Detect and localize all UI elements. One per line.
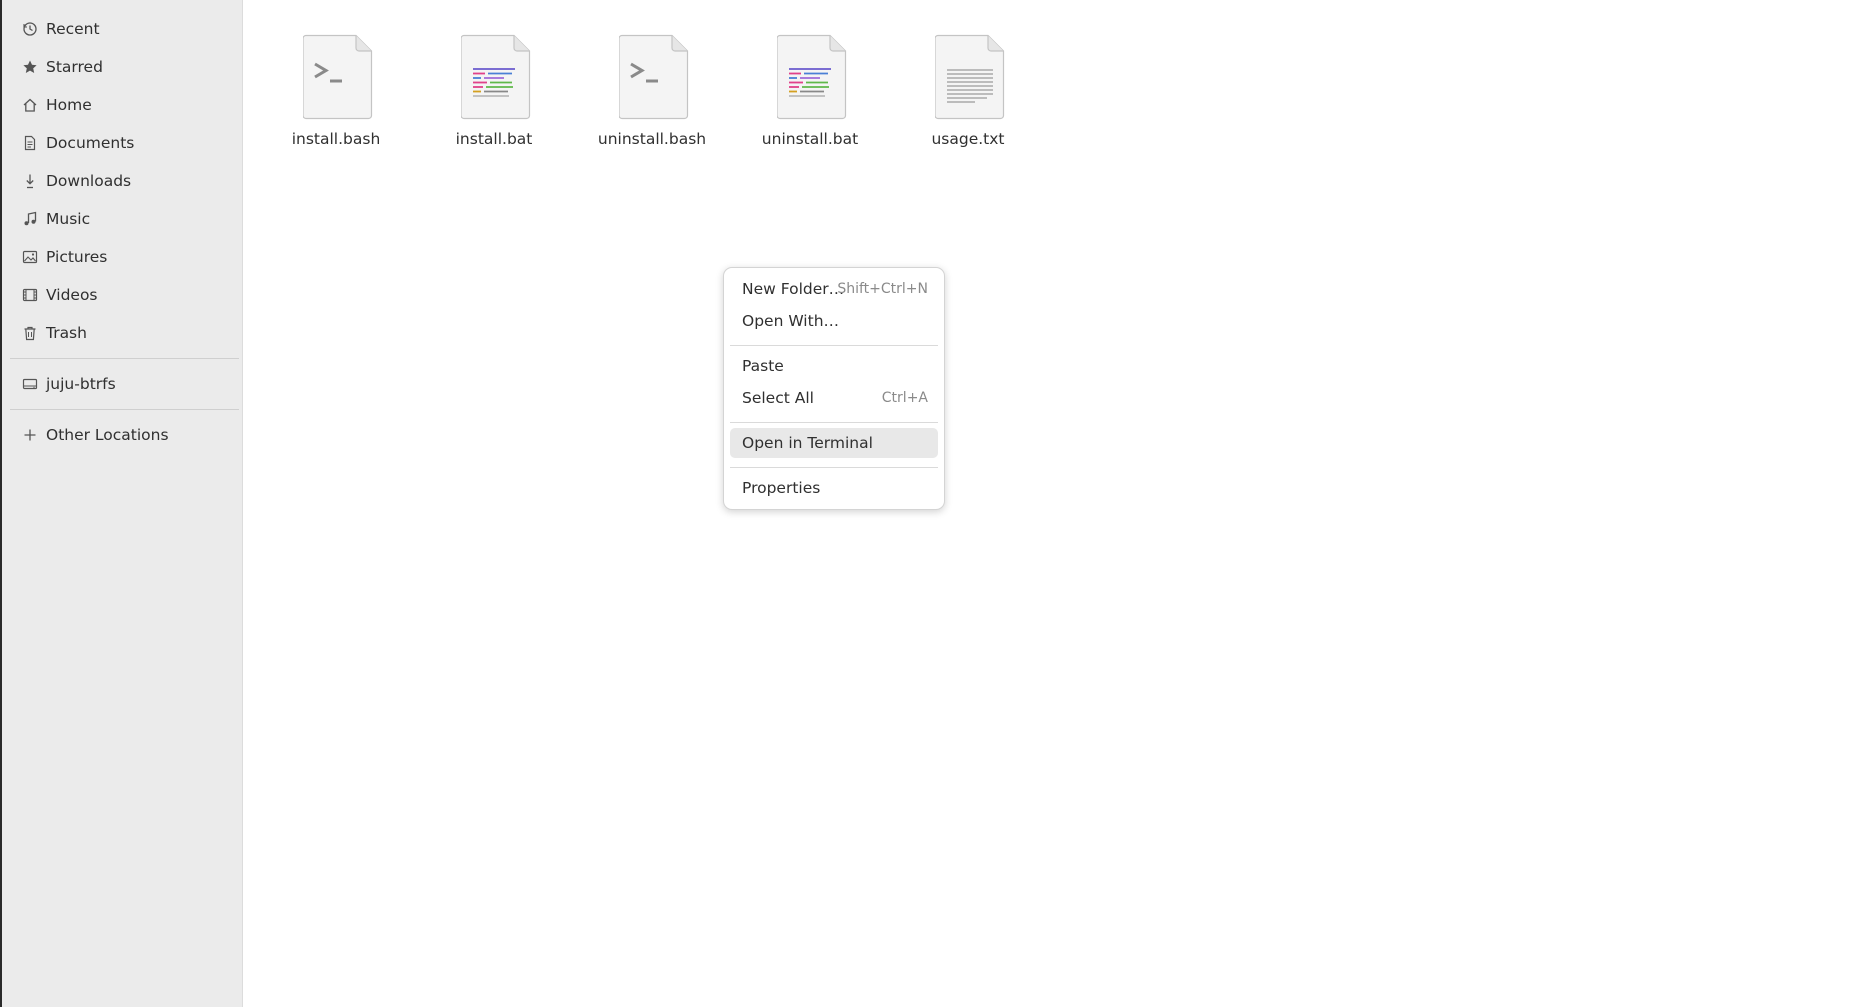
file-item-install-bash[interactable]: install.bash — [266, 30, 406, 160]
sidebar-item-label: Home — [46, 96, 92, 114]
sidebar-item-downloads[interactable]: Downloads — [2, 162, 241, 200]
file-name: install.bash — [291, 130, 381, 148]
file-name: uninstall.bash — [597, 130, 707, 148]
document-icon — [21, 134, 39, 152]
sidebar-item-starred[interactable]: Starred — [2, 48, 241, 86]
menu-item-open-in-terminal[interactable]: Open in Terminal — [730, 428, 938, 458]
picture-icon — [21, 248, 39, 266]
menu-item-shortcut: Ctrl+A — [881, 390, 928, 406]
menu-item-select-all[interactable]: Select All Ctrl+A — [730, 383, 938, 413]
file-name: install.bat — [455, 130, 533, 148]
sidebar-item-label: Music — [46, 210, 91, 228]
sidebar-item-videos[interactable]: Videos — [2, 276, 241, 314]
sidebar-item-label: Downloads — [46, 172, 132, 190]
menu-item-paste[interactable]: Paste — [730, 351, 938, 381]
video-icon — [21, 286, 39, 304]
sidebar-item-other-locations[interactable]: Other Locations — [2, 416, 241, 454]
menu-item-label: Properties — [742, 479, 821, 497]
sidebar-item-home[interactable]: Home — [2, 86, 241, 124]
text-file-icon — [935, 34, 1005, 120]
sidebar-item-pictures[interactable]: Pictures — [2, 238, 241, 276]
menu-item-shortcut: Shift+Ctrl+N — [837, 281, 928, 297]
file-item-install-bat[interactable]: install.bat — [424, 30, 564, 160]
sidebar-divider — [10, 358, 239, 359]
sidebar-item-juju-btrfs[interactable]: juju-btrfs — [2, 365, 241, 403]
file-item-usage-txt[interactable]: usage.txt — [898, 30, 1038, 160]
sidebar-item-music[interactable]: Music — [2, 200, 241, 238]
sidebar-item-label: Other Locations — [46, 426, 169, 444]
sidebar-item-label: Trash — [46, 324, 87, 342]
menu-item-label: Open With… — [742, 312, 840, 330]
file-item-uninstall-bat[interactable]: uninstall.bat — [740, 30, 880, 160]
menu-item-label: New Folder… — [742, 280, 845, 298]
menu-item-open-with[interactable]: Open With… — [730, 306, 938, 336]
menu-item-properties[interactable]: Properties — [730, 473, 938, 503]
file-name: uninstall.bat — [761, 130, 859, 148]
menu-item-label: Open in Terminal — [742, 434, 873, 452]
trash-icon — [21, 324, 39, 342]
context-menu: New Folder… Shift+Ctrl+N Open With… Past… — [723, 267, 945, 510]
sidebar-item-label: Starred — [46, 58, 103, 76]
download-icon — [21, 172, 39, 190]
sidebar-item-label: Pictures — [46, 248, 108, 266]
sidebar-item-label: Videos — [46, 286, 98, 304]
sidebar-item-documents[interactable]: Documents — [2, 124, 241, 162]
music-icon — [21, 210, 39, 228]
menu-divider — [730, 422, 938, 423]
menu-divider — [730, 345, 938, 346]
file-item-uninstall-bash[interactable]: uninstall.bash — [582, 30, 722, 160]
code-file-icon — [461, 34, 531, 120]
sidebar-item-recent[interactable]: Recent — [2, 10, 241, 48]
menu-item-new-folder[interactable]: New Folder… Shift+Ctrl+N — [730, 274, 938, 304]
sidebar-item-trash[interactable]: Trash — [2, 314, 241, 352]
script-file-icon — [303, 34, 373, 120]
drive-icon — [21, 375, 39, 393]
sidebar-item-label: Documents — [46, 134, 135, 152]
menu-item-label: Select All — [742, 389, 814, 407]
plus-icon — [21, 426, 39, 444]
home-icon — [21, 96, 39, 114]
sidebar-divider — [10, 409, 239, 410]
sidebar-item-label: juju-btrfs — [46, 375, 116, 393]
sidebar-item-label: Recent — [46, 20, 100, 38]
sidebar: Recent Starred Home Documents Downloads … — [2, 0, 243, 1007]
star-icon — [21, 58, 39, 76]
code-file-icon — [777, 34, 847, 120]
menu-item-label: Paste — [742, 357, 784, 375]
clock-icon — [21, 20, 39, 38]
script-file-icon — [619, 34, 689, 120]
menu-divider — [730, 467, 938, 468]
file-view[interactable]: install.bash install.bat uninstall.bash — [243, 0, 1856, 1007]
file-name: usage.txt — [931, 130, 1005, 148]
